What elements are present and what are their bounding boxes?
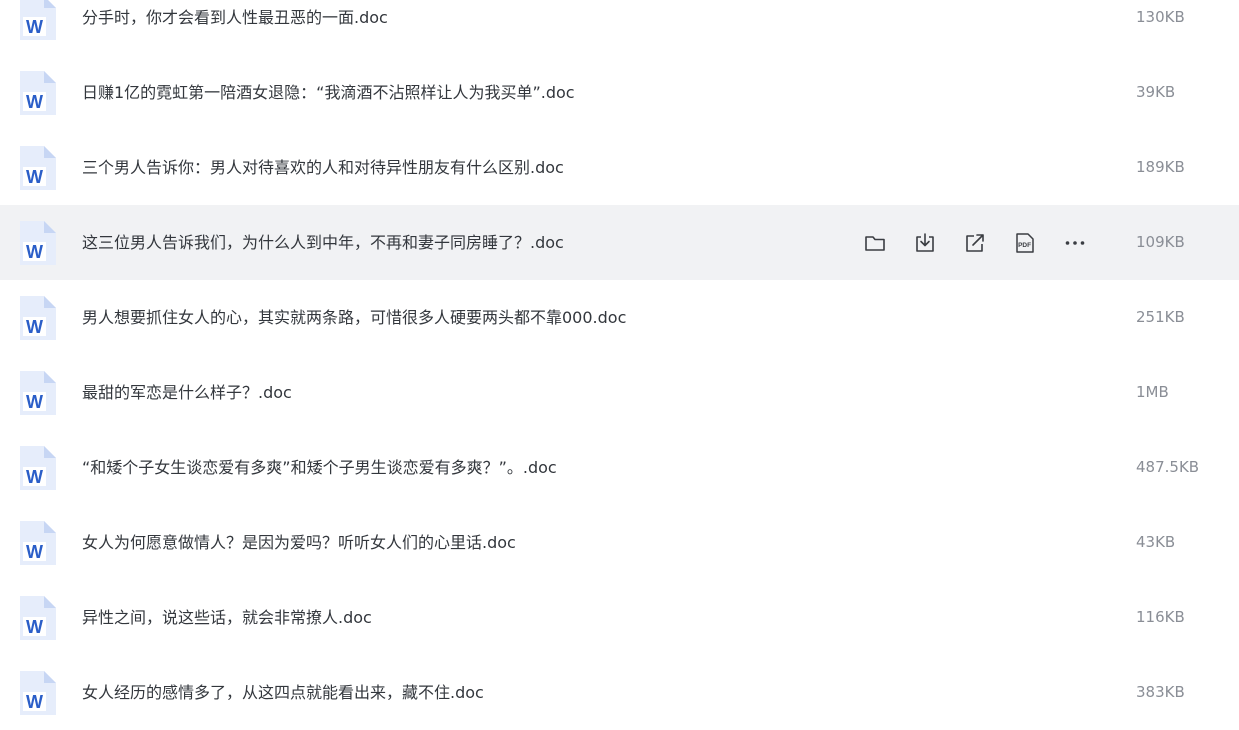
file-row[interactable]: W 女人为何愿意做情人？是因为爱吗？听听女人们的心里话.doc 43KB bbox=[0, 505, 1239, 580]
svg-text:W: W bbox=[26, 92, 43, 112]
pdf-icon[interactable]: PDF bbox=[1012, 230, 1038, 256]
svg-text:W: W bbox=[26, 617, 43, 637]
file-row[interactable]: W 男人想要抓住女人的心，其实就两条路，可惜很多人硬要两头都不靠000.doc … bbox=[0, 280, 1239, 355]
file-size: 189KB bbox=[1136, 158, 1185, 176]
file-name[interactable]: 女人为何愿意做情人？是因为爱吗？听听女人们的心里话.doc bbox=[82, 505, 516, 580]
file-name[interactable]: “和矮个子女生谈恋爱有多爽”和矮个子男生谈恋爱有多爽？”。.doc bbox=[82, 430, 557, 505]
svg-text:W: W bbox=[26, 17, 43, 37]
svg-text:W: W bbox=[26, 242, 43, 262]
word-doc-icon: W bbox=[18, 0, 58, 42]
pdf-icon-label: PDF bbox=[1018, 242, 1031, 249]
svg-text:W: W bbox=[26, 167, 43, 187]
word-doc-icon: W bbox=[18, 294, 58, 342]
word-doc-icon: W bbox=[18, 444, 58, 492]
file-size: 251KB bbox=[1136, 308, 1185, 326]
word-doc-icon: W bbox=[18, 219, 58, 267]
file-name[interactable]: 这三位男人告诉我们，为什么人到中年，不再和妻子同房睡了？.doc bbox=[82, 205, 564, 280]
download-icon[interactable] bbox=[912, 230, 938, 256]
file-size: 39KB bbox=[1136, 83, 1176, 101]
file-row[interactable]: W 三个男人告诉你：男人对待喜欢的人和对待异性朋友有什么区别.doc 189KB bbox=[0, 130, 1239, 205]
word-doc-icon: W bbox=[18, 594, 58, 642]
file-row[interactable]: W 异性之间，说这些话，就会非常撩人.doc 116KB bbox=[0, 580, 1239, 655]
file-size: 383KB bbox=[1136, 683, 1185, 701]
more-icon[interactable] bbox=[1062, 230, 1088, 256]
file-row[interactable]: W 分手时，你才会看到人性最丑恶的一面.doc 130KB bbox=[0, 0, 1239, 55]
file-row[interactable]: W 女人经历的感情多了，从这四点就能看出来，藏不住.doc 383KB bbox=[0, 655, 1239, 730]
word-doc-icon: W bbox=[18, 144, 58, 192]
folder-icon[interactable] bbox=[862, 230, 888, 256]
svg-text:W: W bbox=[26, 542, 43, 562]
word-doc-icon: W bbox=[18, 69, 58, 117]
svg-text:W: W bbox=[26, 392, 43, 412]
file-row[interactable]: W 日赚1亿的霓虹第一陪酒女退隐：“我滴酒不沾照样让人为我买单”.doc 39K… bbox=[0, 55, 1239, 130]
file-size: 116KB bbox=[1136, 608, 1185, 626]
file-name[interactable]: 分手时，你才会看到人性最丑恶的一面.doc bbox=[82, 0, 388, 55]
file-name[interactable]: 日赚1亿的霓虹第一陪酒女退隐：“我滴酒不沾照样让人为我买单”.doc bbox=[82, 55, 575, 130]
file-name[interactable]: 男人想要抓住女人的心，其实就两条路，可惜很多人硬要两头都不靠000.doc bbox=[82, 280, 626, 355]
share-icon[interactable] bbox=[962, 230, 988, 256]
file-size: 1MB bbox=[1136, 383, 1169, 401]
file-name[interactable]: 最甜的军恋是什么样子？.doc bbox=[82, 355, 292, 430]
svg-text:W: W bbox=[26, 317, 43, 337]
word-doc-icon: W bbox=[18, 669, 58, 717]
file-name[interactable]: 三个男人告诉你：男人对待喜欢的人和对待异性朋友有什么区别.doc bbox=[82, 130, 564, 205]
svg-text:W: W bbox=[26, 692, 43, 712]
file-size: 109KB bbox=[1136, 233, 1185, 251]
word-doc-icon: W bbox=[18, 369, 58, 417]
file-row[interactable]: W 最甜的军恋是什么样子？.doc 1MB bbox=[0, 355, 1239, 430]
row-actions: PDF bbox=[862, 205, 1088, 280]
file-list: W 分手时，你才会看到人性最丑恶的一面.doc 130KB W 日赚1亿的霓虹第… bbox=[0, 0, 1239, 730]
file-row[interactable]: W “和矮个子女生谈恋爱有多爽”和矮个子男生谈恋爱有多爽？”。.doc 487.… bbox=[0, 430, 1239, 505]
file-size: 130KB bbox=[1136, 8, 1185, 26]
file-name[interactable]: 异性之间，说这些话，就会非常撩人.doc bbox=[82, 580, 372, 655]
file-size: 487.5KB bbox=[1136, 458, 1200, 476]
word-doc-icon: W bbox=[18, 519, 58, 567]
file-size: 43KB bbox=[1136, 533, 1176, 551]
svg-text:W: W bbox=[26, 467, 43, 487]
file-row-hovered[interactable]: W 这三位男人告诉我们，为什么人到中年，不再和妻子同房睡了？.doc 109KB… bbox=[0, 205, 1239, 280]
file-name[interactable]: 女人经历的感情多了，从这四点就能看出来，藏不住.doc bbox=[82, 655, 484, 730]
